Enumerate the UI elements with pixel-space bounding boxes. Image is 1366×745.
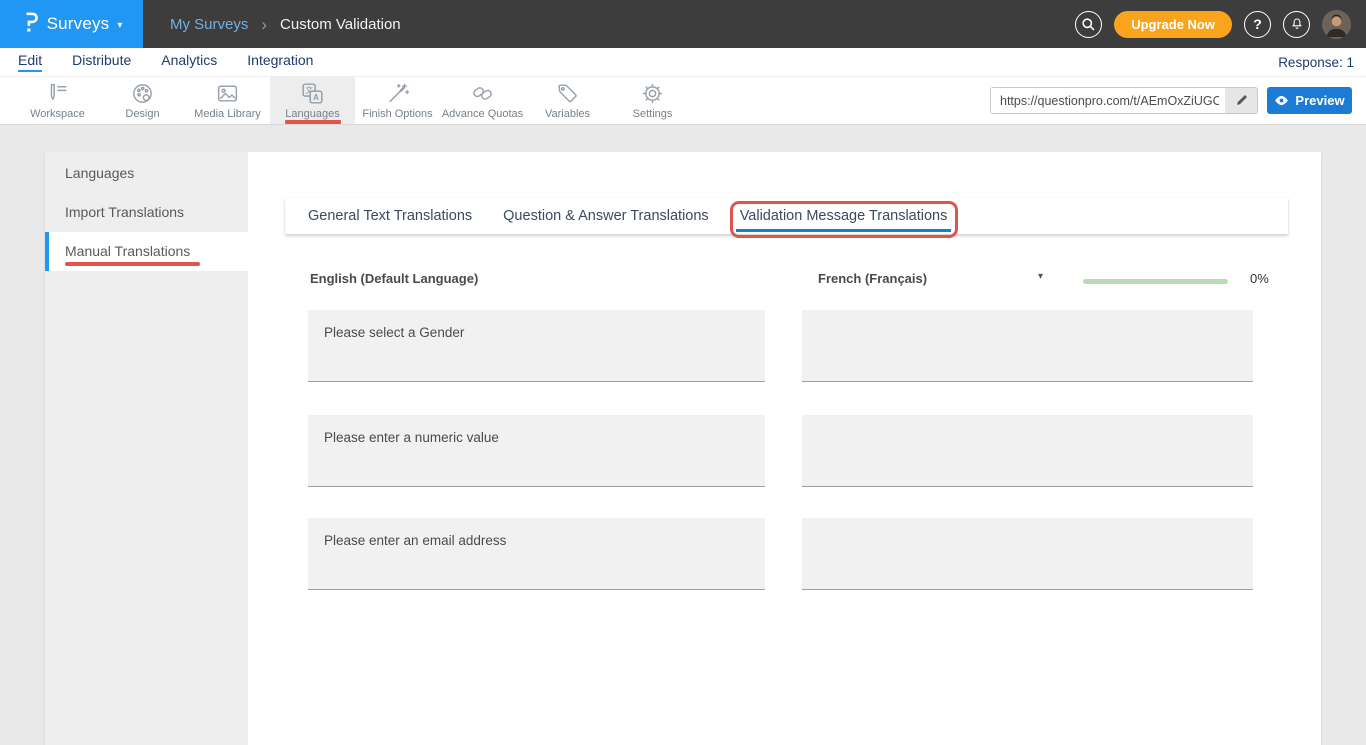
- preview-label: Preview: [1295, 93, 1344, 108]
- nav-analytics[interactable]: Analytics: [161, 52, 217, 72]
- tab-general-text-translations[interactable]: General Text Translations: [308, 198, 472, 234]
- edit-url-button[interactable]: [1225, 88, 1257, 113]
- top-bar: Surveys ▾ My Surveys › Custom Validation…: [0, 0, 1366, 48]
- nav-edit[interactable]: Edit: [18, 52, 42, 72]
- variables-icon: [555, 81, 580, 106]
- toolbar-item-label: Settings: [633, 108, 673, 120]
- toolbar-item-label: Advance Quotas: [442, 108, 523, 120]
- chevron-down-icon: ▾: [117, 20, 122, 31]
- questionpro-logo-icon: [21, 9, 39, 39]
- app-window: Surveys ▾ My Surveys › Custom Validation…: [0, 0, 1366, 745]
- product-name: Surveys: [47, 14, 110, 34]
- design-icon: [130, 81, 155, 106]
- finish-options-icon: [385, 81, 410, 106]
- breadcrumb: My Surveys › Custom Validation: [170, 16, 401, 33]
- toolbar-item-label: Languages: [285, 108, 339, 120]
- avatar-image: [1322, 10, 1351, 39]
- upgrade-now-button[interactable]: Upgrade Now: [1114, 11, 1232, 38]
- nav-distribute[interactable]: Distribute: [72, 52, 131, 72]
- tab-label: General Text Translations: [308, 208, 472, 224]
- languages-panel: Languages Import Translations Manual Tra…: [45, 152, 1321, 745]
- help-button[interactable]: ?: [1244, 11, 1271, 38]
- eye-icon: [1274, 95, 1289, 106]
- tab-label: Question & Answer Translations: [503, 208, 709, 224]
- toolbar-item-design[interactable]: Design: [100, 77, 185, 124]
- user-avatar[interactable]: [1322, 10, 1351, 39]
- help-icon: ?: [1253, 16, 1262, 32]
- source-text-email: Please enter an email address: [308, 518, 765, 590]
- sidebar-item-import-translations[interactable]: Import Translations: [45, 193, 248, 232]
- toolbar-item-label: Workspace: [30, 108, 85, 120]
- survey-nav: Edit Distribute Analytics Integration Re…: [0, 48, 1366, 76]
- toolbar-item-label: Variables: [545, 108, 590, 120]
- breadcrumb-separator-icon: ›: [261, 16, 267, 33]
- languages-sidebar: Languages Import Translations Manual Tra…: [45, 152, 248, 745]
- annotation-underline-languages: [285, 120, 341, 124]
- search-icon: [1081, 17, 1096, 32]
- breadcrumb-current: Custom Validation: [280, 16, 401, 33]
- manual-translations-content: General Text Translations Question & Ans…: [248, 152, 1321, 745]
- toolbar-item-workspace[interactable]: Workspace: [15, 77, 100, 124]
- toolbar-item-label: Media Library: [194, 108, 261, 120]
- toolbar-item-label: Design: [125, 108, 159, 120]
- preview-button[interactable]: Preview: [1267, 87, 1352, 114]
- advance-quotas-icon: [470, 81, 495, 106]
- toolbar-item-advance-quotas[interactable]: Advance Quotas: [440, 77, 525, 124]
- translation-progress-percent: 0%: [1250, 271, 1269, 286]
- source-text-numeric: Please enter a numeric value: [308, 415, 765, 487]
- survey-url-input[interactable]: [991, 88, 1225, 113]
- search-button[interactable]: [1075, 11, 1102, 38]
- settings-icon: [640, 81, 665, 106]
- sidebar-item-manual-translations[interactable]: Manual Translations: [45, 232, 248, 271]
- toolbar-item-variables[interactable]: Variables: [525, 77, 610, 124]
- toolbar-item-finish-options[interactable]: Finish Options: [355, 77, 440, 124]
- source-text-gender: Please select a Gender: [308, 310, 765, 382]
- survey-link-zone: Preview: [990, 87, 1352, 114]
- notifications-button[interactable]: [1283, 11, 1310, 38]
- toolbar-item-media-library[interactable]: Media Library: [185, 77, 270, 124]
- target-text-numeric-input[interactable]: [802, 415, 1253, 487]
- annotation-underline-manual-translations: [65, 262, 200, 266]
- media-library-icon: [215, 81, 240, 106]
- chevron-down-icon[interactable]: ▾: [1038, 271, 1043, 282]
- sidebar-item-languages[interactable]: Languages: [45, 154, 248, 193]
- translation-progress-bar: [1083, 279, 1228, 284]
- toolbar-item-label: Finish Options: [362, 108, 432, 120]
- active-tab-underline: [736, 229, 952, 232]
- response-count[interactable]: Response: 1: [1278, 55, 1354, 70]
- breadcrumb-my-surveys[interactable]: My Surveys: [170, 16, 248, 33]
- tab-label: Validation Message Translations: [740, 208, 948, 224]
- topbar-actions: Upgrade Now ?: [1075, 10, 1366, 39]
- product-switcher[interactable]: Surveys ▾: [0, 0, 143, 48]
- svg-text:A: A: [313, 93, 319, 102]
- toolbar-item-languages[interactable]: 文 A Languages: [270, 77, 355, 124]
- translation-tabs: General Text Translations Question & Ans…: [285, 198, 1288, 234]
- target-text-gender-input[interactable]: [802, 310, 1253, 382]
- target-text-email-input[interactable]: [802, 518, 1253, 590]
- survey-url-field: [990, 87, 1258, 114]
- bell-icon: [1289, 16, 1305, 32]
- source-language-header: English (Default Language): [310, 271, 478, 286]
- tab-question-answer-translations[interactable]: Question & Answer Translations: [503, 198, 709, 234]
- tab-validation-message-translations[interactable]: Validation Message Translations: [740, 198, 948, 234]
- toolbar-item-settings[interactable]: Settings: [610, 77, 695, 124]
- workspace-icon: [45, 81, 70, 106]
- nav-integration[interactable]: Integration: [247, 52, 313, 72]
- languages-icon: 文 A: [300, 81, 325, 106]
- target-language-dropdown[interactable]: French (Français): [818, 271, 927, 286]
- pencil-icon: [1235, 94, 1248, 107]
- sidebar-item-label: Manual Translations: [65, 243, 190, 259]
